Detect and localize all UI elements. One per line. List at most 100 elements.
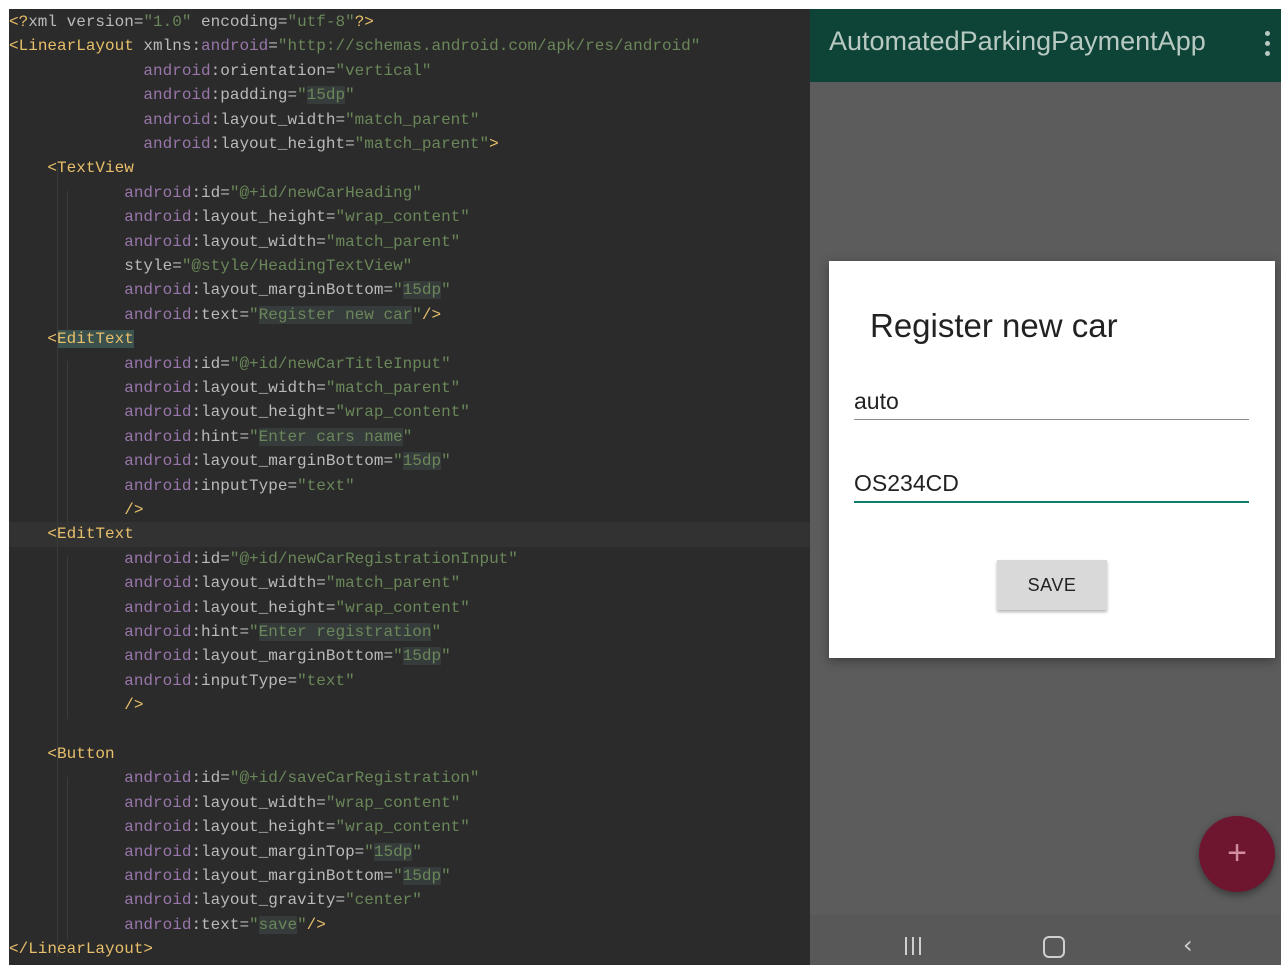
car-name-input[interactable] [854,383,1249,420]
code-token: :inputType= [191,671,298,690]
code-line: android:inputType="text" [9,669,810,693]
code-token: :id= [191,354,230,373]
indent-guide [67,361,68,523]
code-token: Enter cars name [258,427,403,446]
code-token: android [9,574,192,593]
code-token: " [412,842,422,861]
code-token: encoding [191,13,278,31]
code-line: /> [9,498,810,522]
code-line: /> [9,693,810,717]
code-token: /> [9,696,144,715]
code-token: xmlns: [133,37,202,56]
registration-input[interactable] [854,465,1249,503]
code-token: android [9,891,192,910]
code-token: android [9,549,192,568]
code-token: Enter registration [258,623,432,641]
code-line: android:layout_marginTop="15dp" [9,840,810,864]
code-token: " [297,86,307,105]
code-line: android:inputType="text" [9,474,810,498]
code-token: 15dp [402,867,442,885]
code-line: android:id="@+id/saveCarRegistration" [9,766,810,790]
code-token: android [9,281,192,300]
code-token: :layout_width= [191,379,326,397]
code-token: "match_parent" [345,110,480,129]
code-line: android:layout_height="wrap_content" [9,815,810,839]
code-token: android [9,208,192,227]
code-token: " [393,647,403,666]
code-token: " [441,867,451,885]
code-token: "1.0" [143,13,192,31]
code-token: "vertical" [335,61,432,80]
code-token: "http://schemas.android.com/apk/res/andr… [277,37,701,56]
recent-apps-icon[interactable] [903,937,925,955]
code-token: :layout_height= [191,403,336,422]
code-token: :id= [191,183,230,202]
code-token: " [297,915,307,934]
code-line: android:text="save"/> [9,913,810,937]
code-token: android [9,61,211,80]
phone-screen: AutomatedParkingPaymentApp Register new … [810,9,1281,965]
code-token: android [9,135,211,153]
code-line: android:layout_width="match_parent" [9,571,810,595]
code-token: "match_parent" [325,232,461,251]
code-token: :text= [191,305,250,324]
code-token: LinearLayout [28,940,144,959]
register-car-dialog: Register new car SAVE [829,261,1275,658]
overflow-menu-icon[interactable] [1263,31,1271,61]
code-token: version [66,13,134,31]
code-token: ?> [354,13,374,31]
code-line: android:id="@+id/newCarTitleInput" [9,352,810,376]
code-token: android [9,403,192,422]
code-token: = [133,13,144,31]
code-token: " [249,915,259,934]
code-token: 15dp [373,842,413,861]
code-token: android [201,37,269,56]
code-token: "wrap_content" [335,598,470,617]
code-token: android [9,379,192,397]
code-token: :layout_height= [191,818,336,837]
code-token: < [9,745,58,763]
add-fab-button[interactable]: + [1199,816,1275,892]
indent-guide [67,557,68,719]
code-line: android:layout_marginBottom="15dp" [9,644,810,668]
app-title: AutomatedParkingPaymentApp [829,26,1206,56]
code-line: android:hint="Enter registration" [9,620,810,644]
code-token: "wrap_content" [335,403,470,422]
code-editor[interactable]: <?xml version="1.0" encoding="utf-8"?> <L… [9,9,810,965]
code-token: :id= [191,769,230,788]
code-line: android:id="@+id/newCarRegistrationInput… [9,547,810,571]
code-token: :hint= [191,623,250,641]
code-token: " [412,305,422,324]
code-token: TextView [57,159,134,178]
dialog-heading: Register new car [870,307,1118,344]
code-token: android [9,598,192,617]
code-token: "@+id/newCarTitleInput" [229,354,451,373]
code-token: android [9,647,192,666]
code-token: :layout_width= [191,793,326,812]
save-button[interactable]: SAVE [997,560,1107,610]
code-token: " [402,427,413,446]
code-token: 15dp [306,86,346,105]
code-token: :id= [191,549,230,568]
code-line: <?xml version="1.0" encoding="utf-8"?> [9,10,810,34]
code-token: /> [306,915,326,934]
code-token: "center" [345,891,422,910]
code-token: :layout_marginBottom= [191,867,394,885]
code-token: " [393,281,403,300]
code-token: android [9,842,192,861]
code-line: android:id="@+id/newCarHeading" [9,181,810,205]
code-token: " [345,86,355,105]
code-token: :layout_marginTop= [191,842,365,861]
code-token: :layout_marginBottom= [191,647,394,666]
code-line: android:layout_width="wrap_content" [9,791,810,815]
back-icon[interactable]: ‹ [1183,931,1193,959]
code-token: "wrap_content" [335,818,470,837]
code-token: "match_parent" [325,379,461,397]
code-token: :layout_marginBottom= [191,452,394,471]
code-token: "@+id/saveCarRegistration" [229,769,480,788]
code-token: = [268,37,278,56]
code-token: "utf-8" [287,13,355,31]
code-line: android:layout_gravity="center" [9,888,810,912]
home-icon[interactable] [1043,936,1065,958]
